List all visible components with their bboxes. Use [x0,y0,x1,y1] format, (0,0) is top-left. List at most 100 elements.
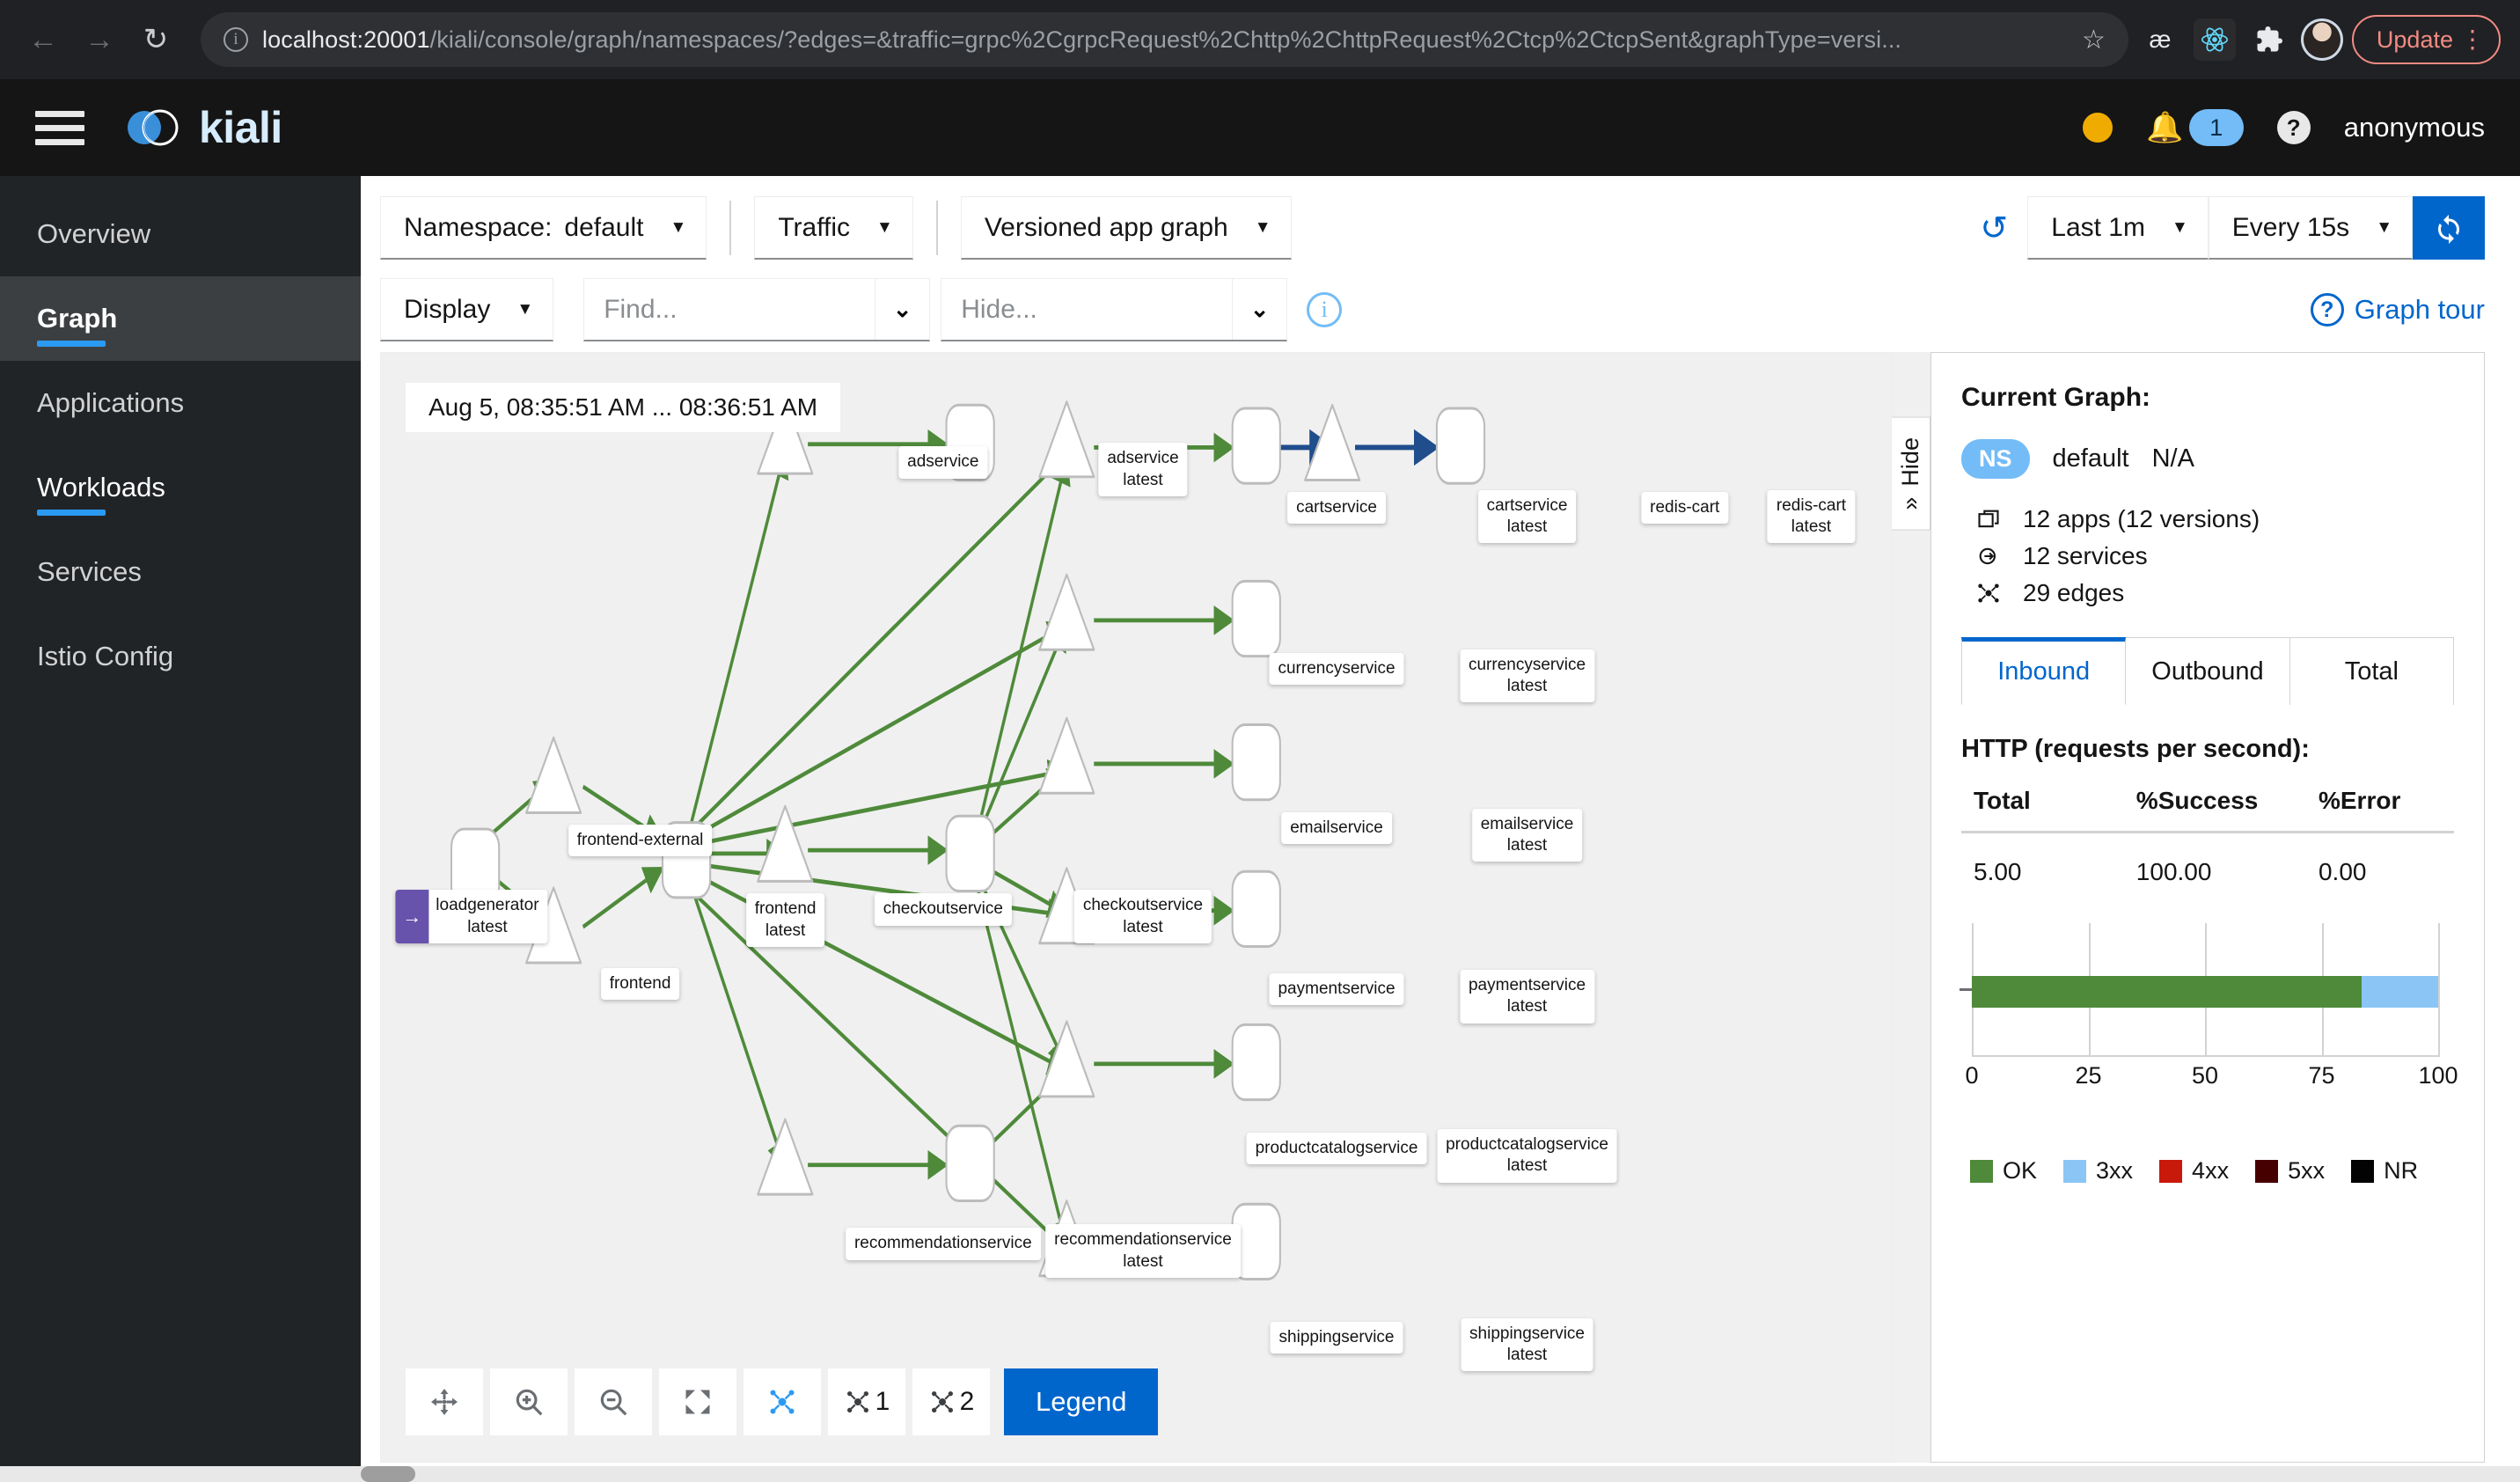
sidebar-item-applications[interactable]: Applications [0,361,361,445]
chart-legend-item-5xx[interactable]: 5xx [2255,1157,2325,1185]
reload-icon[interactable]: ↻ [132,16,179,63]
aesthetic-extension-icon[interactable]: æ [2137,17,2183,62]
graph-node-label-productcatalogservice-latest[interactable]: productcatalogservice latest [1437,1129,1617,1183]
node-app-redis-cart[interactable] [1435,407,1486,485]
hamburger-menu-icon[interactable] [35,110,84,145]
bookmark-star-icon[interactable]: ☆ [2082,25,2106,55]
layout-2-button[interactable]: 2 [912,1368,990,1435]
graph-node-label-paymentservice-svc[interactable]: paymentservice [1269,972,1404,1006]
reset-view-button[interactable] [406,1368,483,1435]
graph-node-label-checkoutservice-latest[interactable]: checkoutservice latest [1073,890,1212,943]
zoom-out-button[interactable] [575,1368,652,1435]
graph-node-label-cartservice-svc[interactable]: cartservice [1287,491,1386,524]
notifications-group[interactable]: 🔔 1 [2146,109,2244,146]
sidebar-item-services[interactable]: Services [0,530,361,614]
sidebar-item-overview[interactable]: Overview [0,192,361,276]
node-app-recommendationservice[interactable] [945,1124,995,1203]
site-info-icon[interactable]: i [223,27,248,52]
graph-node-label-frontend-latest[interactable]: frontend latest [745,893,825,947]
node-service-redis-cart[interactable] [1304,403,1361,482]
graph-node-label-redis-cart-svc[interactable]: redis-cart [1641,491,1729,524]
graph-canvas[interactable]: Aug 5, 08:35:51 AM ... 08:36:51 AM → loa… [380,352,1892,1463]
node-app-productcatalogservice[interactable] [1231,1023,1281,1102]
zoom-in-button[interactable] [490,1368,568,1435]
graph-node-label-shippingservice-latest[interactable]: shippingservice latest [1461,1317,1593,1372]
status-indicator-icon[interactable] [2083,113,2113,143]
graph-node-label-loadgenerator-latest[interactable]: → loadgenerator latest [395,890,548,943]
hide-input[interactable] [941,279,1233,340]
fit-to-screen-button[interactable] [659,1368,736,1435]
tab-total[interactable]: Total [2289,637,2454,705]
graph-node-label-productcatalogservice-svc[interactable]: productcatalogservice [1246,1132,1427,1165]
find-input[interactable] [584,279,875,340]
graph-node-label-paymentservice-latest[interactable]: paymentservice latest [1459,969,1595,1023]
sidebar-item-workloads[interactable]: Workloads [0,445,361,530]
react-devtools-icon[interactable] [2192,17,2238,62]
graph-node-label-currencyservice-svc[interactable]: currencyservice [1269,652,1404,685]
chart-legend-item-3xx[interactable]: 3xx [2063,1157,2133,1185]
graph-node-label-recommendationservice-latest[interactable]: recommendationservice latest [1045,1224,1241,1278]
node-app-currencyservice[interactable] [1231,579,1281,658]
node-service-recommendationservice[interactable] [757,1118,814,1196]
graph-node-label-recommendationservice-svc[interactable]: recommendationservice [845,1228,1041,1260]
node-app-paymentservice[interactable] [1231,869,1281,948]
page-horizontal-scrollbar[interactable] [0,1466,2520,1482]
tab-outbound[interactable]: Outbound [2126,637,2290,705]
extensions-puzzle-icon[interactable] [2246,17,2292,62]
username-label[interactable]: anonymous [2344,112,2485,143]
graph-tour-button[interactable]: ? Graph tour [2310,293,2485,326]
hide-panel-toggle[interactable]: » Hide [1892,417,1930,531]
sidebar-item-graph[interactable]: Graph [0,276,361,361]
toggle-layout-default-button[interactable] [744,1368,821,1435]
help-question-icon[interactable]: ? [2276,111,2311,144]
back-arrow-icon[interactable]: ← [19,16,67,63]
node-service-productcatalogservice[interactable] [1038,1020,1095,1098]
refresh-interval-select[interactable]: Every 15s ▼ [2208,196,2413,260]
display-menu-button[interactable]: Display ▼ [380,278,554,341]
graph-node-label-emailservice-svc[interactable]: emailservice [1281,811,1392,845]
profile-avatar[interactable] [2300,18,2343,61]
graph-node-label-adservice-latest[interactable]: adservice latest [1098,443,1188,496]
time-range-select[interactable]: Last 1m ▼ [2027,196,2209,260]
browser-menu-icon[interactable]: ⋮ [2460,26,2485,52]
layout-1-button[interactable]: 1 [828,1368,905,1435]
graph-type-select[interactable]: Versioned app graph ▼ [960,196,1292,260]
address-bar[interactable]: i localhost:20001/kiali/console/graph/na… [201,12,2128,67]
node-service-frontend-external[interactable] [525,736,582,815]
graph-node-label-redis-cart-latest[interactable]: redis-cart latest [1767,489,1856,544]
node-service-checkoutservice[interactable] [757,804,814,883]
legend-button[interactable]: Legend [1004,1368,1159,1435]
node-app-emailservice[interactable] [1231,723,1281,802]
graph-node-label-checkoutservice-svc[interactable]: checkoutservice [874,893,1012,926]
node-app-checkoutservice[interactable] [945,814,995,892]
graph-node-label-frontend-svc[interactable]: frontend [600,967,680,1001]
forward-arrow-icon[interactable]: → [76,16,123,63]
node-service-emailservice[interactable] [1038,716,1095,795]
time-history-icon[interactable]: ↺ [1980,209,2008,248]
node-app-cartservice[interactable] [1231,407,1281,485]
traffic-select[interactable]: Traffic ▼ [754,196,913,260]
info-circle-icon[interactable]: i [1307,292,1343,327]
find-dropdown-toggle[interactable]: ⌄ [875,279,929,340]
graph-node-label-currencyservice-latest[interactable]: currencyservice latest [1459,649,1595,703]
kiali-logo[interactable]: kiali [121,100,282,155]
hide-dropdown-toggle[interactable]: ⌄ [1232,279,1286,340]
notification-count-badge[interactable]: 1 [2188,109,2244,146]
namespace-select[interactable]: Namespace: default ▼ [380,196,707,260]
chart-legend-item-NR[interactable]: NR [2351,1157,2418,1185]
notifications-bell-icon[interactable]: 🔔 [2146,110,2183,145]
node-service-currencyservice[interactable] [1038,573,1095,651]
node-service-cartservice[interactable] [1038,400,1095,479]
graph-node-label-frontend-external[interactable]: frontend-external [568,824,713,856]
graph-node-label-cartservice-latest[interactable]: cartservice latest [1477,489,1577,544]
tab-inbound[interactable]: Inbound [1961,637,2127,705]
chart-legend-item-4xx[interactable]: 4xx [2159,1157,2229,1185]
update-button[interactable]: Update ⋮ [2351,15,2501,64]
scrollbar-thumb[interactable] [361,1466,415,1482]
graph-node-label-emailservice-latest[interactable]: emailservice latest [1471,808,1583,862]
chart-legend-item-OK[interactable]: OK [1970,1157,2037,1185]
graph-node-label-shippingservice-svc[interactable]: shippingservice [1270,1321,1403,1354]
sidebar-item-istio-config[interactable]: Istio Config [0,614,361,699]
namespace-name[interactable]: default [2053,444,2129,473]
refresh-button[interactable] [2413,196,2485,260]
